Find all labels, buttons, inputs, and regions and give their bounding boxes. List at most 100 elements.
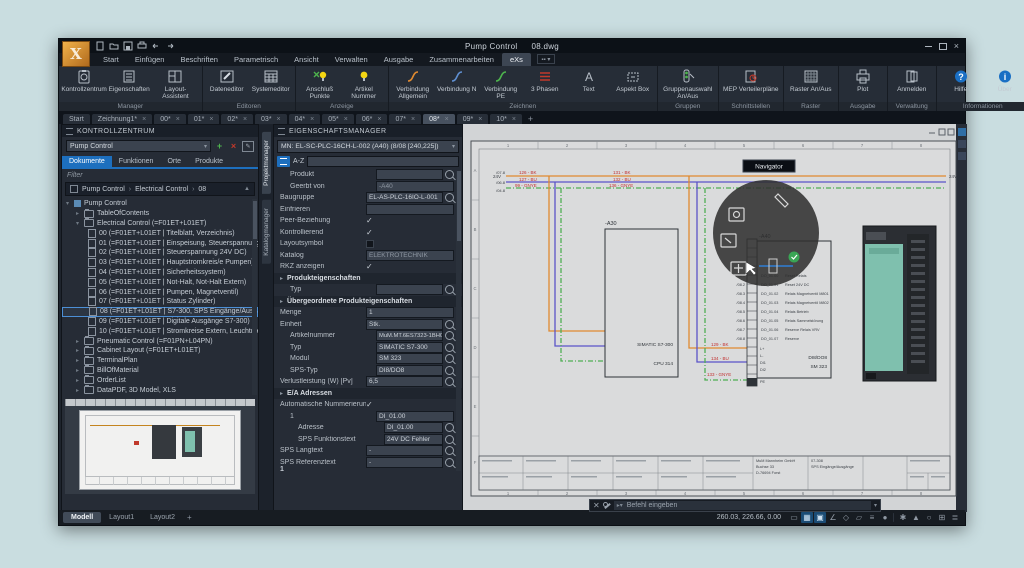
doc-tab[interactable]: 04*×	[289, 114, 321, 124]
property-row[interactable]: SPS Referenztext-	[274, 457, 462, 469]
tree-item[interactable]: 09 (=F01ET+L01ET | Digitale Ausgänge S7-…	[62, 317, 258, 327]
tree-item[interactable]: ▸TerminalPlan	[62, 356, 258, 366]
kontrollzentrum-button[interactable]: Kontrollzentrum	[61, 67, 107, 102]
customize-icon[interactable]	[603, 502, 611, 510]
property-row[interactable]: Layoutsymbol	[274, 238, 462, 250]
doc-tab[interactable]: 00*×	[154, 114, 186, 124]
workspace-gear-icon[interactable]: ✱	[897, 512, 909, 523]
az-sort-label[interactable]: A-Z	[293, 158, 304, 165]
new-file-icon[interactable]	[95, 41, 105, 51]
panel-menu-icon[interactable]	[66, 128, 73, 135]
doc-tab-start[interactable]: Start	[63, 114, 90, 124]
ortho-mode-icon[interactable]: ∠	[827, 512, 839, 523]
category-view-icon[interactable]	[277, 156, 290, 167]
property-section[interactable]: ▸E/A Adressen	[274, 388, 462, 400]
close-tab-icon[interactable]: ×	[445, 116, 449, 123]
annotation-scale-icon[interactable]: ▲	[910, 512, 922, 523]
property-row[interactable]: SPS Langtext-	[274, 445, 462, 457]
search-icon[interactable]	[445, 354, 454, 363]
plot-icon[interactable]	[137, 41, 147, 51]
tab-funktionen[interactable]: Funktionen	[112, 156, 161, 167]
tree-item[interactable]: 02 (=F01ET+L01ET | Steuerspannung 24V DC…	[62, 248, 258, 258]
command-input[interactable]: ▸▾Befehl eingeben	[614, 501, 871, 510]
navbar-icon[interactable]	[958, 140, 966, 148]
search-icon[interactable]	[445, 458, 454, 467]
breadcrumb-item[interactable]: 08	[198, 186, 206, 193]
property-row[interactable]: Kontrollierend	[274, 227, 462, 239]
close-tab-icon[interactable]: ×	[478, 116, 482, 123]
tree-item[interactable]: ▸Pneumatic Control (=F01PN+L04PN)	[62, 336, 258, 346]
close-tab-icon[interactable]: ×	[310, 116, 314, 123]
search-icon[interactable]	[445, 366, 454, 375]
property-section[interactable]: ▸Übergeordnete Produkteigenschaften	[274, 296, 462, 308]
navbar-icon[interactable]	[958, 152, 966, 160]
app-logo-icon[interactable]: X	[62, 41, 90, 67]
doc-tab[interactable]: 05*×	[322, 114, 354, 124]
polar-tracking-icon[interactable]: ◇	[840, 512, 852, 523]
search-icon[interactable]	[445, 320, 454, 329]
tree-item[interactable]: ▸Cabinet Layout (=F01ET+L01ET)	[62, 346, 258, 356]
customization-menu-icon[interactable]: ≣	[949, 512, 961, 523]
ribbon-options-button[interactable]: ▪▪ ▾	[537, 54, 555, 64]
search-icon[interactable]	[445, 435, 454, 444]
property-row[interactable]: EinheitStk.	[274, 319, 462, 331]
grid-display-icon[interactable]: ▦	[801, 512, 813, 523]
breadcrumb-checkbox[interactable]	[70, 185, 78, 193]
project-selector[interactable]: Pump Control▾	[66, 140, 211, 152]
isodraft-icon[interactable]: ▱	[853, 512, 865, 523]
add-project-button[interactable]: +	[214, 141, 225, 152]
doc-tab[interactable]: 10*×	[490, 114, 522, 124]
filter-label[interactable]: Filter	[62, 169, 258, 182]
tree-item[interactable]: 07 (=F01ET+L01ET | Status Zylinder)	[62, 297, 258, 307]
verbindung-allgemein-button[interactable]: Verbindung Allgemein	[391, 67, 435, 102]
doc-tab[interactable]: 01*×	[188, 114, 220, 124]
search-icon[interactable]	[445, 170, 454, 179]
cpu-device-box[interactable]: -A30 SIMATIC S7-300 CPU 314	[605, 221, 678, 377]
property-row[interactable]: SPS Funktionstext24V DC Fehler	[274, 434, 462, 446]
close-tab-icon[interactable]: ×	[243, 116, 247, 123]
undo-icon[interactable]	[151, 41, 161, 51]
tree-item[interactable]: 05 (=F01ET+L01ET | Not-Halt, Not-Halt Ex…	[62, 277, 258, 287]
tab-parametrisch[interactable]: Parametrisch	[226, 53, 286, 66]
property-row[interactable]: BaugruppeEL-AS-PLC-16IO-L-001	[274, 192, 462, 204]
delete-project-button[interactable]: ×	[228, 141, 239, 152]
property-row[interactable]: RKZ anzeigen	[274, 261, 462, 273]
property-row[interactable]: ArtikelnummerMuM.MT.6ES7323-1BH01-0AA0	[274, 330, 462, 342]
tab-produkte[interactable]: Produkte	[188, 156, 230, 167]
property-row[interactable]: TypSIMATIC S7-300	[274, 342, 462, 354]
tab-ausgabe[interactable]: Ausgabe	[376, 53, 422, 66]
close-tab-icon[interactable]: ×	[411, 116, 415, 123]
eigenschaften-button[interactable]: Eigenschaften	[107, 67, 151, 102]
collapse-icon[interactable]: ▲	[244, 186, 250, 192]
tree-item[interactable]: ▸DataPDF, 3D Model, XLS	[62, 385, 258, 395]
property-row[interactable]: Geerbt von-A40	[274, 181, 462, 193]
tab-ansicht[interactable]: Ansicht	[286, 53, 327, 66]
property-row[interactable]: AdresseDI_01.00	[274, 422, 462, 434]
dateneditor-button[interactable]: Dateneditor	[205, 67, 249, 102]
plot-button[interactable]: Plot	[841, 67, 885, 102]
search-icon[interactable]	[445, 331, 454, 340]
tree-item[interactable]: ▸TableOfContents	[62, 209, 258, 219]
aspekt-box-button[interactable]: Aspekt Box	[611, 67, 655, 102]
close-tab-icon[interactable]: ×	[344, 116, 348, 123]
tab-katalogmanager[interactable]: Katalogmanager	[262, 200, 271, 264]
anschluss-punkte-button[interactable]: Anschluß Punkte	[298, 67, 342, 102]
tab-verwalten[interactable]: Verwalten	[327, 53, 376, 66]
tab-einfuegen[interactable]: Einfügen	[127, 53, 173, 66]
tab-start[interactable]: Start	[95, 53, 127, 66]
tree-item[interactable]: 03 (=F01ET+L01ET | Hauptstromkreis/e Pum…	[62, 258, 258, 268]
command-history-icon[interactable]: ▾	[874, 502, 877, 509]
breadcrumb-item[interactable]: Electrical Control	[135, 186, 188, 193]
systemeditor-button[interactable]: Systemeditor	[249, 67, 293, 102]
doc-tab[interactable]: Zeichnung1*×	[92, 114, 152, 124]
search-icon[interactable]	[445, 423, 454, 432]
verbindung-n-button[interactable]: Verbindung N	[435, 67, 479, 102]
property-section[interactable]: ▸Produkteigenschaften	[274, 273, 462, 285]
property-row[interactable]: KatalogELEKTROTECHNIK	[274, 250, 462, 262]
tab-layout2[interactable]: Layout2	[142, 512, 183, 523]
property-row[interactable]: 1DI_01.00	[274, 411, 462, 423]
redo-icon[interactable]	[165, 41, 175, 51]
tree-item[interactable]: 00 (=F01ET+L01ET | Titelblatt, Verzeichn…	[62, 228, 258, 238]
tab-projektmanager[interactable]: Projektmanager	[262, 132, 271, 194]
search-icon[interactable]	[445, 285, 454, 294]
